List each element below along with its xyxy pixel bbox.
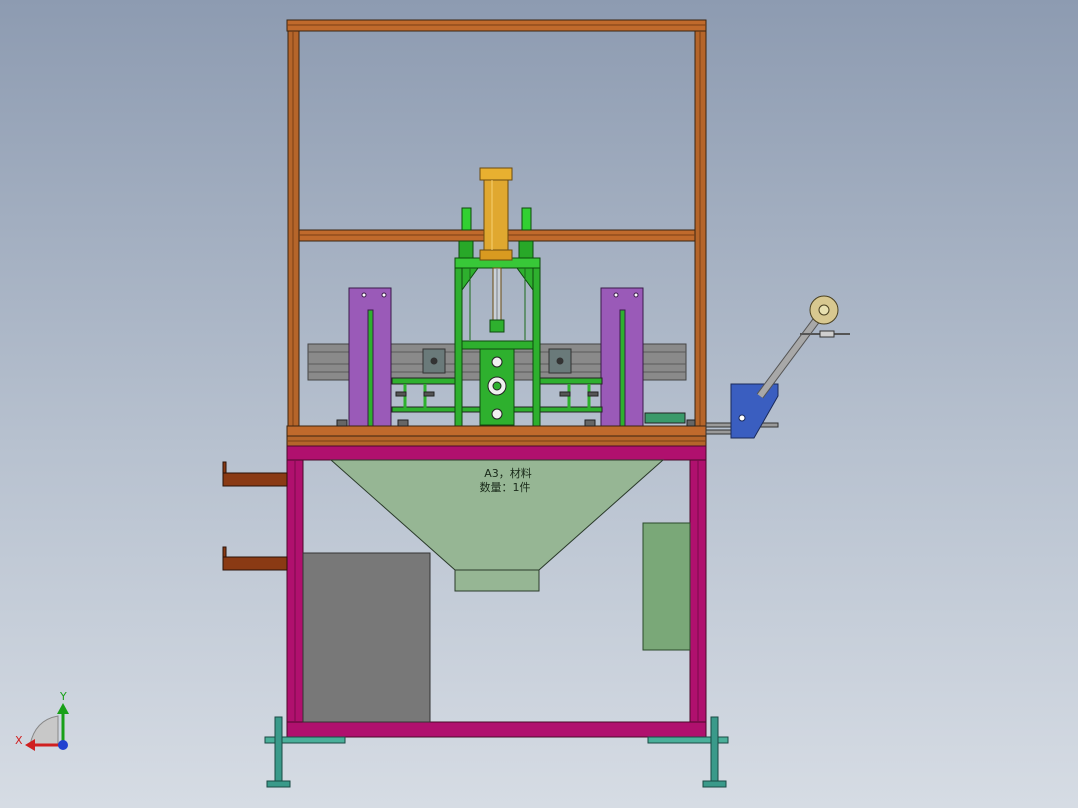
cad-viewport[interactable]: A3，材料 数量：1件 Y X [0,0,1078,808]
air-cylinder [479,167,513,325]
left-side-plate [348,287,392,427]
press-head [479,319,515,426]
coordinate-triad [25,703,69,751]
electrical-cabinet [302,552,431,723]
z-axis-icon [58,740,68,750]
x-axis-label: X [15,734,23,747]
tape-feeder [705,295,850,439]
right-side-plate [600,287,644,427]
hopper-label-line2: 数量：1件 [480,481,531,494]
machine-front-view-drawing: A3，材料 数量：1件 Y X [15,19,850,788]
table-deck [286,425,707,447]
hopper-label-line1: A3，材料 [484,466,532,480]
y-axis-label: Y [59,690,67,703]
left-brackets [222,461,288,571]
side-panel [642,522,691,651]
